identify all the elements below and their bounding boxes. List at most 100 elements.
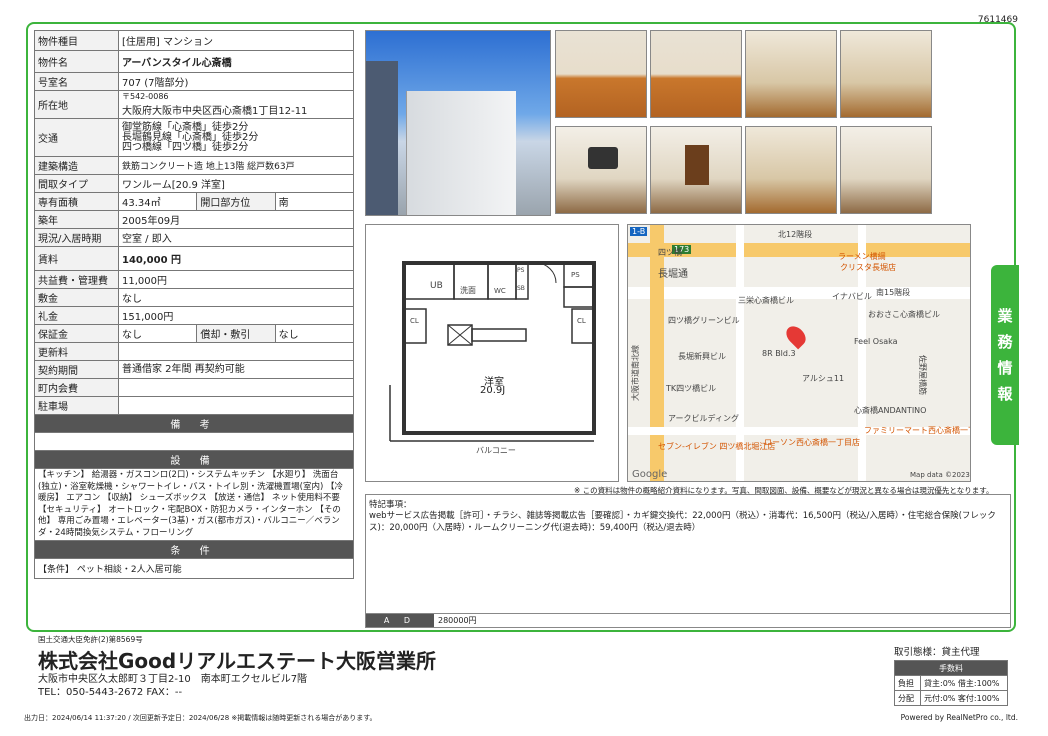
council-fee-value bbox=[118, 378, 354, 397]
area-label: 専有面積 bbox=[34, 192, 119, 211]
fp-wc: WC bbox=[494, 287, 506, 295]
room-label: 号室名 bbox=[34, 72, 119, 91]
map-label: アルシュ11 bbox=[802, 374, 845, 383]
remarks-heading: 備 考 bbox=[34, 414, 354, 433]
closet-shape bbox=[685, 145, 709, 185]
map-exit-badge: 1-B bbox=[630, 227, 648, 236]
tab-char: 業 bbox=[997, 307, 1013, 325]
map-label: ファミリーマート西心斎橋一丁目店 bbox=[864, 426, 970, 435]
map-label: 長堀通 bbox=[658, 269, 688, 280]
type-label: 物件種目 bbox=[34, 30, 119, 51]
license-number: 国土交通大臣免許(2)第8569号 bbox=[38, 635, 143, 644]
map-label: 8R Bld.3 bbox=[762, 349, 796, 358]
burden-label: 負担 bbox=[894, 675, 921, 691]
layout-label: 間取タイプ bbox=[34, 174, 119, 193]
transport-line: 長堀鶴見線「心斎橋」徒歩2分 bbox=[122, 131, 259, 143]
type-value: [住居用] マンション bbox=[118, 30, 354, 51]
remarks-body: webサービス広告掲載［許可］・チラシ、雑誌等掲載広告［要確認］・カギ鍵交換代：… bbox=[369, 511, 996, 533]
interior-photo bbox=[840, 30, 932, 118]
contract-label: 契約期間 bbox=[34, 360, 119, 379]
conditions-text: 【条件】 ペット相談・2人入居可能 bbox=[34, 558, 354, 579]
transport-line: 御堂筋線「心斎橋」徒歩2分 bbox=[122, 121, 249, 133]
tab-char: 報 bbox=[997, 385, 1013, 403]
interior-photo bbox=[555, 30, 647, 118]
address: 大阪府大阪市中央区西心斎橋1丁目12-11 bbox=[122, 106, 308, 117]
powered-by: Powered by RealNetPro co., ltd. bbox=[900, 713, 1018, 722]
built-label: 築年 bbox=[34, 210, 119, 229]
rent-label: 賃料 bbox=[34, 246, 119, 271]
transport-label: 交通 bbox=[34, 118, 119, 157]
layout-value: ワンルーム[20.9 洋室] bbox=[118, 174, 354, 193]
conditions-heading: 条 件 bbox=[34, 540, 354, 559]
direction-label: 開口部方位 bbox=[196, 192, 276, 211]
fee-table: 手数料 負担 貸主:0% 借主:100% 分配 元付:0% 客付:100% bbox=[894, 660, 1008, 706]
remarks-title: 特記事項： bbox=[369, 500, 412, 510]
guarantee-label: 保証金 bbox=[34, 324, 119, 343]
map-label: ラーメン横綱 bbox=[838, 252, 886, 261]
road-horizontal bbox=[628, 287, 970, 299]
tab-char: 情 bbox=[997, 359, 1013, 377]
equipment-heading: 設 備 bbox=[34, 450, 354, 469]
fp-sb: SB bbox=[517, 285, 525, 292]
output-date-line: 出力日：2024/06/14 11:37:20 / 次回更新予定日：2024/0… bbox=[24, 714, 377, 722]
stove-shape bbox=[588, 147, 618, 169]
floor-plan-drawing bbox=[389, 261, 596, 442]
interior-photo bbox=[745, 30, 837, 118]
split-label: 分配 bbox=[894, 690, 921, 706]
map-label: おおさこ心斎橋ビル bbox=[868, 310, 940, 319]
postal-code: 〒542-0086 bbox=[122, 92, 169, 101]
ad-value: 280000円 bbox=[438, 616, 477, 625]
status-label: 現況/入居時期 bbox=[34, 228, 119, 247]
map-label: 四ツ橋グリーンビル bbox=[668, 316, 740, 325]
map-label: Feel Osaka bbox=[854, 337, 898, 346]
building-shape bbox=[406, 91, 516, 215]
building-photo bbox=[365, 30, 551, 216]
room-value: 707 (7階部分) bbox=[118, 72, 354, 91]
council-fee-label: 町内会費 bbox=[34, 378, 119, 397]
tab-char: 務 bbox=[997, 333, 1013, 351]
common-fee-value: 11,000円 bbox=[118, 270, 354, 289]
location-value: 〒542-0086 大阪府大阪市中央区西心斎橋1丁目12-11 bbox=[118, 90, 354, 119]
ad-label: A D bbox=[366, 614, 434, 627]
floor-plan: UB 洗面 WC PS SB PS CL CL 洋室 20.9J バルコニー bbox=[365, 224, 619, 482]
map-google-logo: Google bbox=[632, 469, 668, 480]
key-money-value: 151,000円 bbox=[118, 306, 354, 325]
deposit-value: なし bbox=[118, 288, 354, 307]
fp-room-size: 20.9J bbox=[480, 385, 506, 396]
deal-type: 取引態様：貸主代理 bbox=[894, 647, 980, 658]
map-label: セブン-イレブン 四ツ橋北堀江店 bbox=[658, 442, 776, 451]
common-fee-label: 共益費・管理費 bbox=[34, 270, 119, 289]
status-value: 空室 / 即入 bbox=[118, 228, 354, 247]
map-label: 三栄心斎橋ビル bbox=[738, 296, 794, 305]
location-pin-icon bbox=[782, 322, 810, 350]
renewal-value bbox=[118, 342, 354, 361]
transaction-info: 取引態様：貸主代理 手数料 負担 貸主:0% 借主:100% 分配 元付:0% 客付… bbox=[894, 644, 1008, 706]
built-value: 2005年09月 bbox=[118, 210, 354, 229]
structure-value: 鉄筋コンクリート造 地上13階 総戸数63戸 bbox=[118, 156, 354, 175]
key-money-label: 礼金 bbox=[34, 306, 119, 325]
kitchen-photo bbox=[555, 126, 647, 214]
map-label: 北12階段 bbox=[778, 230, 813, 239]
map-label: アークビルディング bbox=[668, 414, 739, 423]
ad-row: A D 280000円 bbox=[366, 613, 1010, 627]
fp-washroom: 洗面 bbox=[460, 286, 476, 295]
name-label: 物件名 bbox=[34, 50, 119, 73]
special-remarks: 特記事項： webサービス広告掲載［許可］・チラシ、雑誌等掲載広告［要確認］・カ… bbox=[365, 494, 1011, 628]
amortize-value: なし bbox=[274, 324, 355, 343]
split-value: 元付:0% 客付:100% bbox=[920, 690, 1008, 706]
fp-ps: PS bbox=[517, 267, 525, 274]
renewal-label: 更新料 bbox=[34, 342, 119, 361]
closet-photo bbox=[650, 126, 742, 214]
transport-line: 四つ橋線「四ツ橋」徒歩2分 bbox=[122, 141, 249, 153]
equipment-text: 【キッチン】 給湯器・ガスコンロ(2口)・システムキッチン 【水廻り】 洗面台(… bbox=[34, 468, 354, 541]
fp-balcony: バルコニー bbox=[476, 446, 516, 455]
contract-value: 普通借家 2年間 再契約可能 bbox=[118, 360, 354, 379]
transport-value: 御堂筋線「心斎橋」徒歩2分 長堀鶴見線「心斎橋」徒歩2分 四つ橋線「四ツ橋」徒歩2分 bbox=[118, 118, 354, 157]
direction-value: 南 bbox=[274, 192, 355, 211]
property-table: 物件種目 [住居用] マンション 物件名 アーバンスタイル心斎橋 号室名 707 (7… bbox=[34, 30, 355, 579]
map-label: ローソン西心斎橋一丁目店 bbox=[764, 438, 860, 447]
fp-closet-left: CL bbox=[410, 317, 419, 325]
fee-heading: 手数料 bbox=[894, 660, 1008, 676]
tower-shape bbox=[366, 61, 398, 215]
fp-ub: UB bbox=[430, 281, 443, 291]
